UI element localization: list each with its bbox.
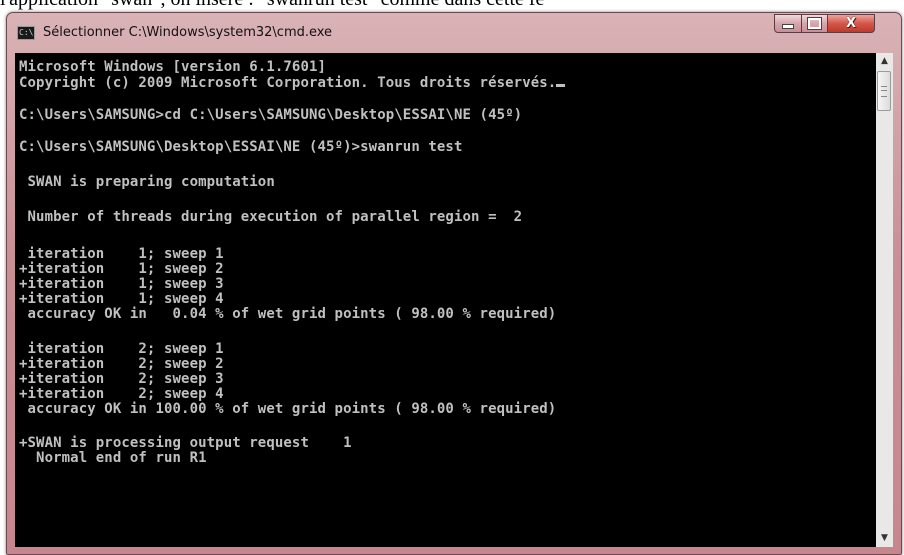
- console-line: Normal end of run R1: [19, 450, 207, 466]
- console-line: Number of threads during execution of pa…: [19, 209, 523, 225]
- console-output[interactable]: Microsoft Windows [version 6.1.7601] Cop…: [15, 53, 876, 547]
- scrollbar-thumb[interactable]: [877, 71, 891, 111]
- minimize-button[interactable]: [774, 14, 802, 33]
- window-title: Sélectionner C:\Windows\system32\cmd.exe: [43, 25, 333, 40]
- maximize-button[interactable]: [801, 14, 828, 33]
- scroll-down-icon[interactable]: ▼: [876, 530, 893, 547]
- console-line-text: Copyright (c) 2009 Microsoft Corporation…: [19, 75, 557, 91]
- console-line: C:\Users\SAMSUNG\Desktop\ESSAI\NE (45º)>…: [19, 139, 463, 155]
- title-bar[interactable]: C:\ Sélectionner C:\Windows\system32\cmd…: [7, 13, 901, 53]
- grip-icon: [881, 86, 887, 97]
- console-line: Microsoft Windows [version 6.1.7601]: [19, 59, 327, 75]
- cursor: [556, 84, 566, 87]
- console-line: accuracy OK in 100.00 % of wet grid poin…: [19, 401, 557, 417]
- cmd-icon[interactable]: C:\: [17, 26, 35, 40]
- console-line: SWAN is preparing computation: [19, 174, 275, 190]
- maximize-icon: [807, 17, 822, 30]
- close-button[interactable]: X: [827, 14, 875, 33]
- scroll-up-icon[interactable]: ▲: [876, 53, 893, 70]
- console-line: accuracy OK in 0.04 % of wet grid points…: [19, 306, 557, 322]
- document-text: l'application "swan", on insère : "swanr…: [0, 0, 904, 11]
- console-line: C:\Users\SAMSUNG>cd C:\Users\SAMSUNG\Des…: [19, 107, 523, 123]
- close-icon: X: [845, 15, 857, 31]
- vertical-scrollbar[interactable]: ▲ ▼: [876, 53, 893, 547]
- minimize-icon: [782, 24, 794, 29]
- console-line: Copyright (c) 2009 Microsoft Corporation…: [19, 75, 566, 92]
- cmd-window: C:\ Sélectionner C:\Windows\system32\cmd…: [6, 12, 902, 555]
